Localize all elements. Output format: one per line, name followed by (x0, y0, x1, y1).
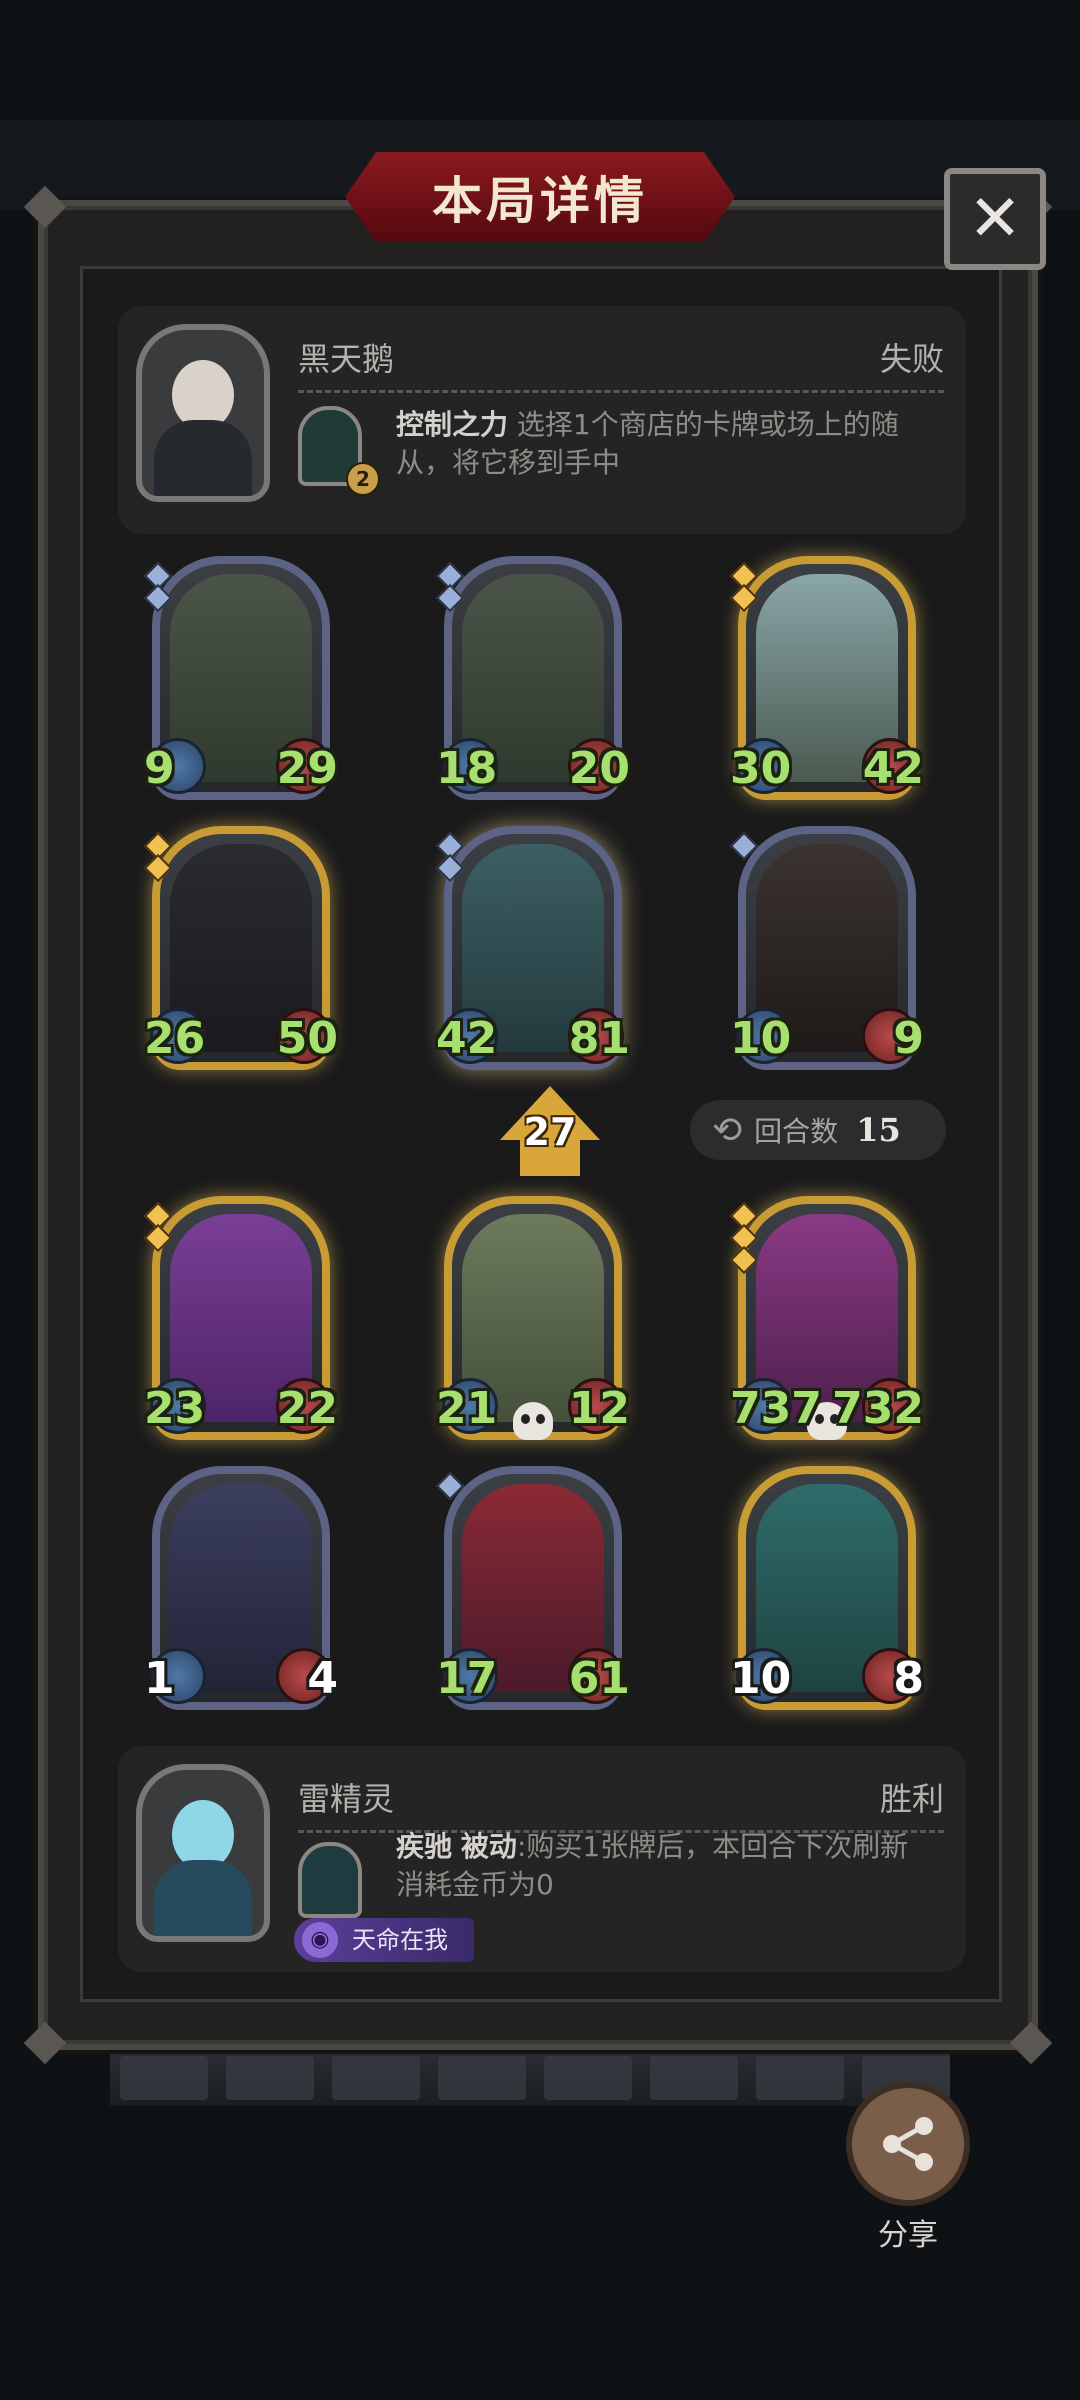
background-board-strip (110, 2050, 950, 2106)
opponent-minion-card[interactable]: 18 20 (435, 556, 630, 800)
close-button[interactable]: ✕ (944, 168, 1046, 270)
star-pip-icon (435, 853, 465, 883)
player-info: 雷精灵 胜利 疾驰 被动:购买1张牌后，本回合下次刷新消耗金币为0 ◉ 天命在我 (118, 1746, 966, 1972)
skull-icon (513, 1402, 553, 1440)
minion-attack: 42 (436, 1013, 498, 1064)
star-pip-icon (729, 1245, 759, 1275)
minion-health: 20 (568, 743, 630, 794)
trait-badge: ◉ 天命在我 (294, 1918, 474, 1962)
star-pips (729, 831, 759, 861)
opponent-minion-card[interactable]: 26 50 (143, 826, 338, 1070)
tavern-level-badge: 27 (500, 1086, 600, 1176)
minion-health: 8 (893, 1653, 924, 1704)
minion-attack: 18 (436, 743, 498, 794)
minion-attack: 737 (730, 1383, 822, 1434)
player-name: 雷精灵 (298, 1780, 395, 1818)
page-title: 本局详情 (432, 172, 648, 230)
minion-health: 12 (568, 1383, 630, 1434)
panel-corner (23, 2021, 67, 2065)
hero-power-keyword: 被动 (460, 1830, 517, 1863)
player-result: 胜利 (879, 1780, 944, 1818)
player-minion-card[interactable]: 21 12 (436, 1196, 630, 1440)
minion-attack: 30 (730, 743, 792, 794)
minion-attack: 26 (144, 1013, 206, 1064)
opponent-minion-card[interactable]: 9 29 (143, 556, 338, 800)
opponent-minion-card[interactable]: 42 81 (435, 826, 630, 1070)
minion-health: 9 (893, 1013, 924, 1064)
minion-attack: 21 (436, 1383, 498, 1434)
share-button[interactable] (846, 2082, 970, 2206)
hero-power-description: 控制之力 选择1个商店的卡牌或场上的随从，将它移到手中 (396, 406, 936, 482)
star-pip-icon (729, 583, 759, 613)
minion-attack: 10 (730, 1013, 792, 1064)
star-pips (435, 1471, 465, 1501)
minion-health: 61 (568, 1653, 630, 1704)
minion-attack: 17 (436, 1653, 498, 1704)
star-pip-icon (435, 583, 465, 613)
close-icon: ✕ (968, 182, 1022, 256)
star-pip-icon (143, 853, 173, 883)
opponent-minion-card[interactable]: 30 42 (729, 556, 924, 800)
opponent-name: 黑天鹅 (298, 340, 395, 378)
round-counter: ⟲ 回合数 15 (690, 1100, 946, 1160)
opponent-minion-card[interactable]: 10 9 (729, 826, 924, 1070)
star-pips (435, 831, 465, 883)
opponent-portrait (136, 324, 270, 502)
minion-health: 22 (276, 1383, 338, 1434)
minion-attack: 9 (144, 743, 175, 794)
title-plate: 本局详情 (339, 146, 741, 248)
share-label: 分享 (878, 2218, 938, 2253)
minion-attack: 10 (730, 1653, 792, 1704)
player-minion-card[interactable]: 14 (144, 1466, 338, 1710)
tavern-level: 27 (523, 1110, 577, 1154)
minion-health: 29 (276, 743, 338, 794)
minion-health: 81 (568, 1013, 630, 1064)
divider (298, 390, 944, 393)
player-minion-card[interactable]: 10 8 (730, 1466, 924, 1710)
hero-power-description: 疾驰 被动:购买1张牌后，本回合下次刷新消耗金币为0 (396, 1828, 936, 1904)
round-label: 回合数 (754, 1115, 839, 1148)
star-pip-icon (729, 831, 759, 861)
round-value: 15 (856, 1111, 901, 1149)
star-pips (143, 1201, 173, 1253)
player-minion-card[interactable]: 23 22 (143, 1196, 338, 1440)
star-pips (435, 561, 465, 613)
hero-power-name: 控制之力 (396, 408, 509, 441)
eye-icon: ◉ (302, 1922, 338, 1958)
star-pip-icon (143, 1223, 173, 1253)
player-minion-card[interactable]: 737 732 (729, 1196, 924, 1440)
star-pips (729, 561, 759, 613)
star-pip-icon (143, 583, 173, 613)
minion-health: 732 (832, 1383, 924, 1434)
panel-corner (1009, 2021, 1053, 2065)
star-pips (143, 831, 173, 883)
minion-attack: 1 (144, 1653, 175, 1704)
minion-health: 50 (276, 1013, 338, 1064)
opponent-result: 失败 (879, 340, 944, 378)
star-pips (143, 561, 173, 613)
refresh-icon: ⟲ (712, 1109, 743, 1151)
trait-label: 天命在我 (352, 1926, 448, 1954)
star-pips (729, 1201, 759, 1275)
minion-health: 42 (862, 743, 924, 794)
hero-power-cost: 2 (346, 462, 380, 496)
minion-attack: 23 (144, 1383, 206, 1434)
player-minion-card[interactable]: 17 61 (435, 1466, 630, 1710)
player-portrait (136, 1764, 270, 1942)
hero-power-name: 疾驰 (396, 1830, 453, 1863)
opponent-info: 黑天鹅 失败 2 控制之力 选择1个商店的卡牌或场上的随从，将它移到手中 (118, 306, 966, 534)
star-pip-icon (435, 1471, 465, 1501)
hero-power-icon[interactable] (298, 1842, 362, 1918)
minion-health: 4 (307, 1653, 338, 1704)
share-icon (883, 2117, 933, 2171)
